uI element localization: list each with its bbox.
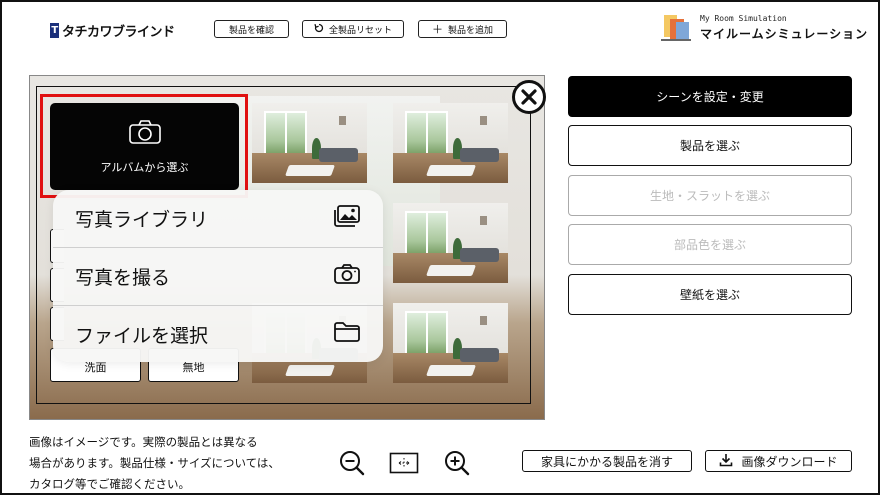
- brand-title-en: My Room Simulation: [700, 14, 787, 23]
- brand-title-jp: マイルームシミュレーション: [700, 27, 869, 41]
- fit-screen-icon[interactable]: [389, 448, 419, 478]
- add-product-label: 製品を追加: [447, 25, 493, 36]
- scene-thumbnail[interactable]: [393, 203, 508, 283]
- close-icon[interactable]: [512, 80, 546, 114]
- scene-thumbnail[interactable]: [393, 103, 508, 183]
- camera-icon: [333, 263, 361, 290]
- scene-thumbnail[interactable]: [393, 303, 508, 383]
- disclaimer-line: カタログ等でご確認ください。: [29, 477, 190, 491]
- add-product-button[interactable]: ＋ 製品を追加: [418, 20, 507, 38]
- select-product-label: 製品を選ぶ: [679, 139, 740, 153]
- menu-item-label: 写真を撮る: [75, 267, 171, 289]
- select-part-color-button[interactable]: 部品色を選ぶ: [568, 224, 852, 265]
- reset-all-button[interactable]: 全製品リセット: [302, 20, 404, 38]
- menu-item-photo-library[interactable]: 写真ライブラリ: [53, 190, 383, 247]
- menu-item-take-photo[interactable]: 写真を撮る: [53, 248, 383, 305]
- download-label: 画像ダウンロード: [741, 454, 838, 469]
- select-product-button[interactable]: 製品を選ぶ: [568, 125, 852, 166]
- folder-icon: [333, 321, 361, 348]
- zoom-in-icon[interactable]: [442, 448, 472, 478]
- select-wallpaper-label: 壁紙を選ぶ: [679, 288, 740, 302]
- disclaimer-note: 画像はイメージです。実際の製品とは異なる 場合があります。製品仕様・サイズについ…: [29, 432, 280, 495]
- scene-thumbnail[interactable]: [252, 103, 367, 183]
- check-products-button[interactable]: 製品を確認: [214, 20, 289, 38]
- logo-mark: T: [50, 22, 59, 38]
- reset-icon: [314, 23, 324, 36]
- download-icon: [719, 453, 733, 470]
- menu-item-choose-file[interactable]: ファイルを選択: [53, 306, 383, 363]
- select-fabric-slat-label: 生地・スラットを選ぶ: [649, 189, 770, 203]
- photo-source-menu: 写真ライブラリ 写真を撮る ファイルを選択: [53, 190, 383, 362]
- menu-item-label: 写真ライブラリ: [75, 209, 209, 231]
- disclaimer-line: 画像はイメージです。実際の製品とは異なる: [29, 435, 258, 449]
- select-fabric-slat-button[interactable]: 生地・スラットを選ぶ: [568, 175, 852, 216]
- my-room-simulation-brand: My Room Simulation マイルームシミュレーション: [660, 13, 868, 43]
- plus-icon: ＋: [431, 23, 443, 36]
- clear-furniture-label: 家具にかかる製品を消す: [540, 454, 673, 469]
- photo-library-icon: [333, 204, 361, 233]
- brand-books-icon: [660, 13, 692, 43]
- clear-furniture-products-button[interactable]: 家具にかかる製品を消す: [522, 450, 692, 472]
- disclaimer-line: 場合があります。製品仕様・サイズについては、: [29, 456, 280, 470]
- menu-item-label: ファイルを選択: [75, 325, 209, 347]
- zoom-out-icon[interactable]: [337, 448, 367, 478]
- tachikawa-logo: T タチカワブラインド: [50, 22, 175, 40]
- check-products-label: 製品を確認: [228, 25, 274, 36]
- download-image-button[interactable]: 画像ダウンロード: [705, 450, 852, 472]
- select-part-color-label: 部品色を選ぶ: [673, 238, 746, 252]
- logo-text: タチカワブラインド: [62, 24, 175, 40]
- set-scene-button[interactable]: シーンを設定・変更: [568, 76, 852, 117]
- album-highlight-box: [40, 94, 248, 198]
- set-scene-label: シーンを設定・変更: [656, 90, 764, 104]
- select-wallpaper-button[interactable]: 壁紙を選ぶ: [568, 274, 852, 315]
- reset-all-label: 全製品リセット: [328, 25, 392, 36]
